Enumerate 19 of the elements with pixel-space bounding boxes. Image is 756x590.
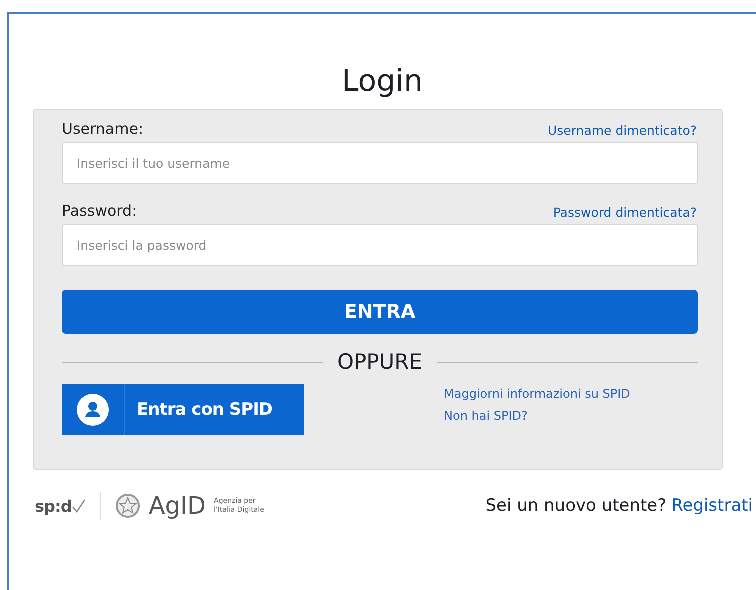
checkmark-icon bbox=[72, 499, 86, 513]
spid-info-link[interactable]: Non hai SPID? bbox=[444, 408, 698, 422]
spid-button[interactable]: Entra con SPID bbox=[62, 384, 304, 435]
spid-logo: sp:d bbox=[35, 496, 72, 516]
emblem-icon bbox=[114, 492, 141, 520]
register-prompt: Sei un nuovo utente? bbox=[486, 496, 667, 516]
forgot-link[interactable]: Password dimenticata? bbox=[553, 205, 697, 220]
field-label: Username: bbox=[62, 120, 144, 138]
forgot-link[interactable]: Username dimenticato? bbox=[548, 123, 697, 138]
register-link[interactable]: Registrati bbox=[672, 496, 753, 516]
separator-text: OPPURE bbox=[337, 350, 423, 374]
page-title: Login bbox=[341, 63, 424, 101]
login-button[interactable]: ENTRA bbox=[62, 290, 698, 334]
agid-logo: AgID bbox=[148, 492, 206, 520]
input-field[interactable]: Inserisci il tuo username bbox=[62, 142, 698, 184]
input-field[interactable]: Inserisci la password bbox=[62, 224, 698, 266]
user-icon bbox=[77, 394, 109, 426]
spid-info-link[interactable]: Maggiorni informazioni su SPID bbox=[444, 386, 698, 400]
field-label: Password: bbox=[62, 202, 138, 220]
